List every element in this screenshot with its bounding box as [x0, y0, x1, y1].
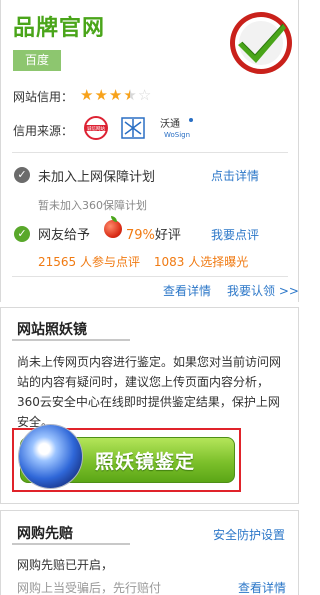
mirror-section-title: 网站照妖镜	[17, 322, 87, 338]
integrity-site-badge-icon[interactable]: 诚信网站	[83, 116, 109, 140]
star-full-icon: ★	[94, 86, 108, 104]
write-review-link[interactable]: 我要点评	[211, 226, 259, 243]
section-underline	[12, 339, 130, 341]
claim-site-link[interactable]: 我要认领 >>	[227, 282, 299, 299]
guarantee-status: 未加入上网保障计划	[38, 170, 156, 185]
exposure-count-text: 人选择曝光	[188, 255, 249, 269]
view-details-link[interactable]: 查看详情	[163, 282, 211, 299]
credit-rating-stars: ★ ★ ★ ★ ☆	[80, 87, 151, 103]
star-full-icon: ★	[108, 86, 123, 104]
review-stats: 21565 人参与点评 1083 人选择曝光	[38, 253, 248, 270]
star-full-icon: ★	[80, 86, 94, 104]
review-check-icon: ✓	[14, 226, 30, 242]
svg-text:诚信网站: 诚信网站	[87, 125, 105, 132]
credit-rating-label: 网站信用：	[13, 90, 74, 104]
review-percent: 79%	[126, 228, 155, 243]
compensation-details-link[interactable]: 查看详情	[238, 579, 286, 595]
magic-mirror-icon[interactable]	[19, 425, 82, 488]
info-check-icon: ✓	[14, 167, 30, 183]
star-empty-icon: ☆	[137, 86, 152, 104]
compensation-enabled-text: 网购先赔已开启，	[17, 558, 114, 572]
star-half-icon: ★	[123, 86, 137, 104]
trusted-site-badge-icon[interactable]	[120, 116, 146, 140]
brand-title: 品牌官网	[13, 16, 106, 41]
review-score: 79%好评	[126, 224, 181, 243]
wosign-badge-icon[interactable]: 沃通 WoSign	[158, 116, 198, 140]
verified-check-logo-icon	[230, 12, 292, 74]
credit-source-label: 信用来源：	[13, 124, 74, 138]
guarantee-details-link[interactable]: 点击详情	[211, 167, 259, 184]
brand-tag: 百度	[13, 50, 61, 71]
review-suffix: 好评	[154, 228, 181, 243]
review-count-text: 人参与点评	[80, 255, 141, 269]
svg-text:沃通: 沃通	[160, 118, 180, 130]
mirror-check-button-label[interactable]: 照妖镜鉴定	[95, 447, 195, 474]
divider	[12, 152, 288, 153]
guarantee-note: 暂未加入360保障计划	[38, 199, 147, 212]
compensation-description: 网购上当受骗后，先行赔付	[17, 581, 162, 595]
svg-text:WoSign: WoSign	[164, 131, 190, 139]
security-settings-link[interactable]: 安全防护设置	[213, 526, 285, 543]
section-underline	[12, 543, 130, 545]
exposure-count: 1083	[153, 255, 185, 269]
apple-icon	[104, 216, 122, 238]
review-prefix: 网友给予	[38, 228, 91, 243]
mirror-description: 尚未上传网页内容进行鉴定。如果您对当前访问网站的内容有疑问时，建议您上传页面内容…	[17, 355, 282, 429]
divider	[12, 276, 288, 277]
compensation-title: 网购先赔	[17, 526, 73, 542]
review-count: 21565	[38, 255, 77, 269]
